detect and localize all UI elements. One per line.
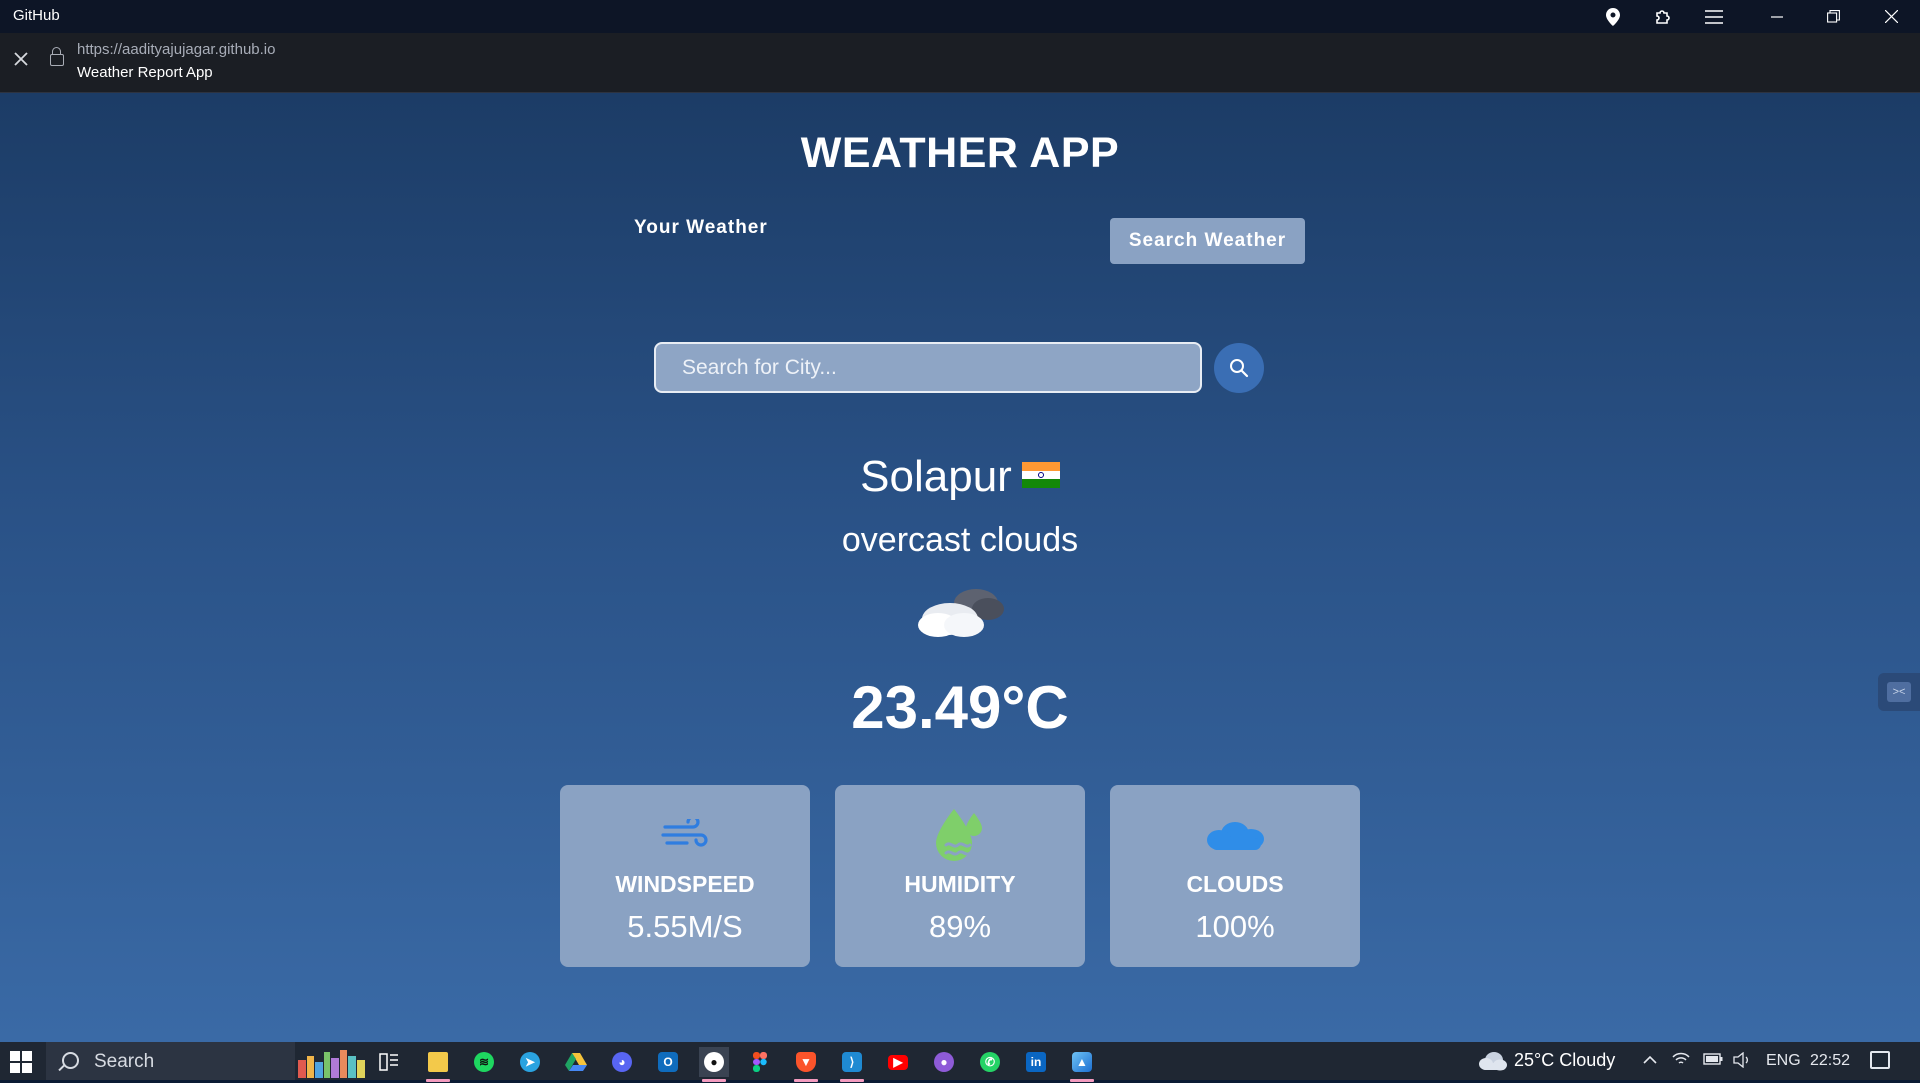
cloudy-weather-icon <box>1479 1051 1507 1070</box>
window-titlebar: GitHub <box>0 0 1920 33</box>
show-hidden-icons-icon[interactable] <box>1643 1052 1657 1070</box>
windows-start-icon[interactable] <box>10 1051 32 1073</box>
discord-icon[interactable]: ◕ <box>607 1047 637 1077</box>
tab-your-weather[interactable]: Your Weather <box>634 217 768 239</box>
humidity-label: HUMIDITY <box>904 871 1016 897</box>
youtube-icon[interactable]: ▶ <box>883 1047 913 1077</box>
close-icon[interactable] <box>1863 0 1919 33</box>
linkedin-icon[interactable]: in <box>1021 1047 1051 1077</box>
tray-weather[interactable]: 25°C Cloudy <box>1478 1050 1615 1071</box>
weather-description: overcast clouds <box>841 521 1079 559</box>
outlook-icon[interactable]: O <box>653 1047 683 1077</box>
city-search-input[interactable] <box>654 342 1202 393</box>
temperature: 23.49°C <box>851 674 1069 741</box>
google-drive-icon[interactable] <box>561 1047 591 1077</box>
search-icon <box>62 1052 79 1069</box>
app-heading: WEATHER APP <box>800 129 1120 177</box>
brave-icon[interactable]: ▼ <box>791 1047 821 1082</box>
clouds-value: 100% <box>1195 909 1275 944</box>
city-line: Solapur <box>0 452 1920 502</box>
battery-icon[interactable] <box>1703 1052 1723 1070</box>
photos-icon[interactable]: ▲ <box>1067 1047 1097 1082</box>
address-bar: https://aadityajujagar.github.io Weather… <box>0 33 1920 93</box>
humidity-value: 89% <box>928 909 992 944</box>
search-button[interactable] <box>1214 343 1264 393</box>
clouds-label: CLOUDS <box>1186 871 1284 897</box>
city-name: Solapur <box>860 452 1012 501</box>
telegram-icon[interactable]: ➤ <box>515 1047 545 1077</box>
wind-icon <box>560 807 810 863</box>
windspeed-card: WINDSPEED 5.55M/S <box>560 785 810 967</box>
humidity-card: HUMIDITY 89% <box>835 785 1085 967</box>
github-icon[interactable]: ● <box>699 1047 729 1082</box>
window-title: GitHub <box>13 7 60 24</box>
taskbar-search-label: Search <box>94 1051 155 1072</box>
clouds-card: CLOUDS 100% <box>1110 785 1360 967</box>
page-title: Weather Report App <box>77 64 213 81</box>
humidity-icon <box>835 807 1085 863</box>
vscode-icon[interactable]: ⟩ <box>837 1047 867 1082</box>
page-viewport: WEATHER APP Your Weather Search Weather … <box>0 93 1920 1042</box>
tab-search-weather[interactable]: Search Weather <box>1110 218 1305 264</box>
windspeed-label: WINDSPEED <box>615 871 755 897</box>
country-flag-icon <box>1021 462 1060 489</box>
windspeed-value: 5.55M/S <box>627 909 743 944</box>
lock-icon <box>50 47 64 66</box>
tray-weather-text: 25°C Cloudy <box>1514 1050 1616 1070</box>
books-illustration-icon <box>296 1046 368 1078</box>
menu-icon[interactable] <box>1701 4 1727 30</box>
clock[interactable]: 22:52 <box>1810 1052 1850 1070</box>
search-icon <box>1230 359 1249 378</box>
stop-loading-icon[interactable] <box>14 50 28 71</box>
task-view-icon[interactable] <box>374 1047 404 1077</box>
whatsapp-icon[interactable]: ✆ <box>975 1047 1005 1077</box>
windows-taskbar: Search ≋ ➤ ◕ O ● ▼ ⟩ ▶ ● ✆ in ▲ 25°C Clo… <box>0 1042 1920 1082</box>
restore-icon[interactable] <box>1805 0 1861 33</box>
code-icon: >< <box>1887 682 1911 702</box>
wifi-icon[interactable] <box>1672 1052 1690 1071</box>
file-explorer-icon[interactable] <box>423 1047 453 1082</box>
volume-icon[interactable] <box>1733 1051 1751 1073</box>
side-panel-toggle[interactable]: >< <box>1878 673 1920 711</box>
overcast-clouds-icon <box>912 581 1012 641</box>
url-text[interactable]: https://aadityajujagar.github.io <box>77 41 275 58</box>
language-indicator[interactable]: ENG <box>1766 1052 1801 1070</box>
github-desktop-icon[interactable]: ● <box>929 1047 959 1077</box>
location-icon[interactable] <box>1600 4 1626 30</box>
extensions-icon[interactable] <box>1650 4 1676 30</box>
minimize-icon[interactable] <box>1749 0 1805 33</box>
cloud-icon <box>1110 807 1360 863</box>
notifications-icon[interactable] <box>1870 1051 1890 1069</box>
figma-icon[interactable] <box>745 1047 775 1077</box>
spotify-icon[interactable]: ≋ <box>469 1047 499 1077</box>
taskbar-search-box[interactable]: Search <box>46 1042 295 1080</box>
